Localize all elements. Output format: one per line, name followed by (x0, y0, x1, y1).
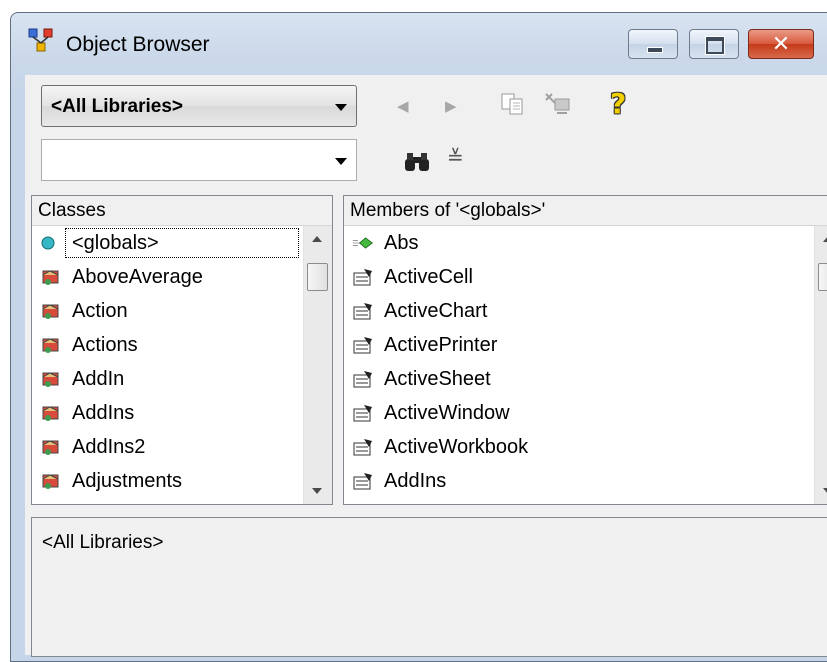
minimize-icon (647, 47, 663, 53)
class-item-label: AddIns (72, 402, 135, 424)
classes-header: Classes (32, 196, 332, 226)
class-item-label: AboveAverage (72, 266, 203, 288)
member-item-label: ActiveWindow (384, 402, 510, 424)
close-button[interactable]: ✕ (748, 29, 814, 59)
class-item-label: Adjustments (72, 470, 183, 492)
expand-results-icon[interactable]: ≚ (447, 145, 464, 169)
classes-scrollbar[interactable] (303, 226, 332, 504)
window-title: Object Browser (66, 33, 210, 56)
member-item-label: ActiveCell (384, 266, 473, 288)
object-browser-icon (28, 28, 53, 52)
member-item-label: ActiveChart (384, 300, 488, 322)
back-icon[interactable]: ◀ (397, 97, 409, 115)
class-item-label: Actions (72, 334, 138, 356)
class-item-label: <globals> (65, 228, 299, 258)
class-icon (42, 474, 59, 489)
copy-icon[interactable] (500, 91, 526, 117)
member-item-label: ActiveSheet (384, 368, 491, 390)
globals-icon (41, 236, 55, 250)
view-definition-icon[interactable] (543, 91, 573, 119)
class-icon (42, 440, 59, 455)
close-icon: ✕ (771, 32, 791, 57)
members-scrollbar[interactable] (814, 226, 827, 504)
scroll-thumb[interactable] (818, 263, 827, 291)
object-browser-client: <All Libraries> ◀ ▶ ? ≚ Classes <globals… (25, 75, 827, 657)
classes-pane: Classes <globals> AboveAverage Action Ac… (31, 195, 333, 505)
class-item-label: AddIns2 (72, 436, 146, 458)
details-pane: <All Libraries> (31, 517, 827, 657)
member-item-label: AddIns (384, 470, 447, 492)
vertical-splitter[interactable] (333, 195, 343, 505)
property-icon (353, 473, 372, 490)
scroll-up-icon[interactable] (312, 236, 322, 242)
class-icon (42, 270, 59, 285)
members-list[interactable]: Abs ActiveCell ActiveChart ActivePrinter… (344, 226, 827, 504)
class-item-label: AddIn (72, 368, 125, 390)
property-icon (353, 405, 372, 422)
maximize-button[interactable] (689, 29, 739, 59)
scroll-thumb[interactable] (307, 263, 328, 291)
chevron-down-icon[interactable] (335, 104, 347, 111)
library-combo-value: <All Libraries> (51, 96, 184, 117)
members-pane: Members of '<globals>' Abs ActiveCell Ac… (343, 195, 827, 505)
object-browser-window: Object Browser ✕ <All Libraries> ◀ ▶ ? ≚… (10, 12, 827, 662)
classes-list[interactable]: <globals> AboveAverage Action Actions Ad… (32, 226, 332, 504)
scroll-down-icon[interactable] (312, 488, 322, 494)
library-combo[interactable]: <All Libraries> (41, 85, 357, 127)
property-icon (353, 337, 372, 354)
maximize-icon (706, 37, 724, 54)
class-icon (42, 406, 59, 421)
members-header: Members of '<globals>' (344, 196, 827, 226)
title-bar[interactable]: Object Browser ✕ (11, 13, 827, 73)
class-item-label: Action (72, 300, 128, 322)
property-icon (353, 439, 372, 456)
class-icon (42, 372, 59, 387)
minimize-button[interactable] (628, 29, 678, 59)
member-item-label: ActiveWorkbook (384, 436, 529, 458)
class-icon (42, 338, 59, 353)
chevron-down-icon[interactable] (335, 158, 347, 165)
help-icon[interactable]: ? (610, 87, 626, 120)
scroll-down-icon[interactable] (823, 488, 827, 494)
find-icon[interactable] (403, 151, 431, 173)
class-icon (42, 304, 59, 319)
search-combo[interactable] (41, 139, 357, 181)
property-icon (353, 269, 372, 286)
horizontal-splitter[interactable] (31, 505, 827, 517)
property-icon (353, 371, 372, 388)
member-item-label: Abs (384, 232, 419, 254)
member-item-label: ActivePrinter (384, 334, 498, 356)
scroll-up-icon[interactable] (823, 236, 827, 242)
method-icon (352, 237, 374, 249)
forward-icon[interactable]: ▶ (445, 97, 457, 115)
details-text: <All Libraries> (42, 532, 164, 553)
property-icon (353, 303, 372, 320)
